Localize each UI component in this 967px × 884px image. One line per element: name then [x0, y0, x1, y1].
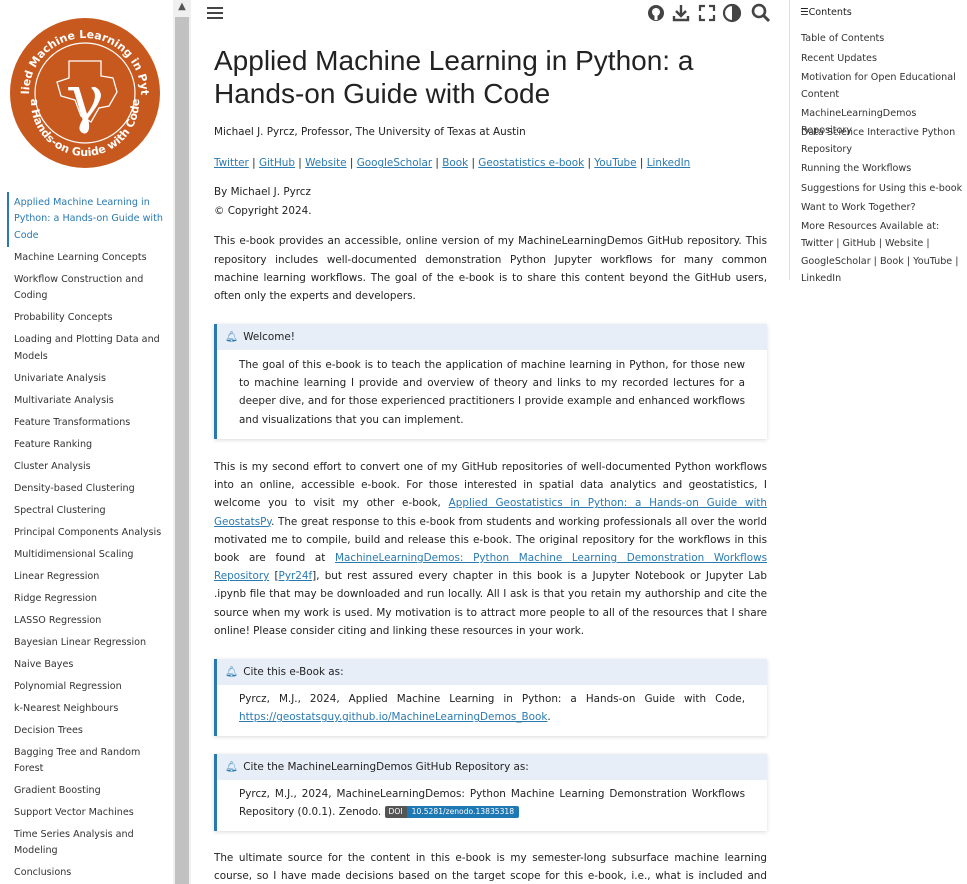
social-link[interactable]: Book	[442, 157, 468, 169]
sidebar-item[interactable]: Machine Learning Concepts	[7, 247, 171, 269]
search-icon[interactable]	[751, 3, 771, 23]
by-line: By Michael J. Pyrcz	[214, 186, 311, 199]
book-logo[interactable]: γ Applied Machine Learning in Python a H…	[9, 16, 161, 170]
sidebar-scrollbar[interactable]: ▲	[173, 0, 191, 884]
toc-item[interactable]: Running the Workflows	[801, 160, 963, 177]
sidebar-item[interactable]: Conclusions	[7, 862, 171, 884]
sidebar-item[interactable]: Probability Concepts	[7, 307, 171, 329]
sidebar-item[interactable]: Time Series Analysis and Modeling	[7, 824, 171, 862]
second-effort-paragraph: This is my second effort to convert one …	[214, 458, 767, 640]
toc-header: ☰Contents	[800, 7, 852, 18]
sidebar-nav: Applied Machine Learning in Python: a Ha…	[7, 192, 171, 884]
scrollbar-thumb[interactable]	[175, 17, 189, 884]
link-separator: |	[349, 157, 354, 170]
social-link[interactable]: Twitter	[214, 157, 249, 169]
sidebar-item[interactable]: Multivariate Analysis	[7, 390, 171, 412]
toc-item[interactable]: Suggestions for Using this e-book	[801, 180, 963, 197]
social-link[interactable]: LinkedIn	[647, 157, 691, 169]
doi-badge[interactable]: DOI 10.5281/zenodo.13835318	[384, 806, 520, 819]
toc-item[interactable]: Data Science Interactive Python Reposito…	[801, 124, 963, 159]
doi-label: DOI	[384, 806, 407, 819]
link-separator: |	[298, 157, 302, 170]
social-links: Twitter | GitHub | Website | GoogleSchol…	[214, 154, 767, 172]
link-separator: |	[587, 157, 591, 170]
link-separator: |	[435, 157, 439, 170]
welcome-body: The goal of this e-book is to teach the …	[239, 359, 745, 426]
sidebar-item[interactable]: Principal Components Analysis	[7, 522, 171, 544]
bell-icon: 🔔︎	[225, 666, 239, 678]
link-separator: |	[252, 157, 256, 170]
toc-item[interactable]: Motivation for Open Educational Content	[801, 69, 963, 104]
github-icon[interactable]	[646, 3, 666, 23]
doi-value: 10.5281/zenodo.13835318	[406, 806, 520, 819]
welcome-admonition: 🔔︎ Welcome! The goal of this e-book is to…	[214, 324, 767, 439]
bell-icon: 🔔︎	[225, 331, 239, 343]
sidebar-item[interactable]: Polynomial Regression	[7, 676, 171, 698]
toc-item[interactable]: Table of Contents	[801, 30, 963, 47]
sidebar-item[interactable]: LASSO Regression	[7, 610, 171, 632]
sidebar-item[interactable]: Gradient Boosting	[7, 780, 171, 802]
sidebar-item[interactable]: Bayesian Linear Regression	[7, 632, 171, 654]
sidebar-item[interactable]: Support Vector Machines	[7, 802, 171, 824]
page-title: Applied Machine Learning in Python: a Ha…	[214, 45, 694, 109]
text-span: .	[547, 711, 551, 724]
list-icon: ☰	[800, 7, 809, 18]
toc-item[interactable]: Recent Updates	[801, 50, 963, 67]
social-link[interactable]: YouTube	[594, 157, 636, 169]
link-separator: |	[639, 157, 644, 170]
sidebar-item[interactable]: Applied Machine Learning in Python: a Ha…	[7, 192, 171, 247]
sidebar-item[interactable]: Naive Bayes	[7, 654, 171, 676]
social-link[interactable]: Website	[305, 157, 346, 169]
sidebar-item[interactable]: Linear Regression	[7, 566, 171, 588]
sidebar: γ Applied Machine Learning in Python a H…	[0, 0, 173, 884]
citation-link[interactable]: Pyr24f	[279, 570, 313, 582]
cite-book-title: Cite this e-Book as:	[243, 666, 344, 678]
logo-symbol: γ	[66, 62, 104, 136]
sidebar-item[interactable]: Cluster Analysis	[7, 456, 171, 478]
sidebar-item[interactable]: Loading and Plotting Data and Models	[7, 329, 171, 367]
toc-item[interactable]: Want to Work Together?	[801, 199, 963, 216]
scroll-up-arrow-icon[interactable]: ▲	[173, 0, 191, 16]
table-of-contents: ☰Contents Table of Contents Recent Update…	[789, 0, 967, 284]
sidebar-item[interactable]: Workflow Construction and Coding	[7, 269, 171, 307]
cite-repo-title: Cite the MachineLearningDemos GitHub Rep…	[243, 761, 529, 773]
copyright: © Copyright 2024.	[214, 205, 312, 218]
sidebar-item[interactable]: Feature Transformations	[7, 412, 171, 434]
ultimate-source-paragraph: The ultimate source for the content in t…	[214, 852, 767, 883]
intro-paragraph: This e-book provides an accessible, onli…	[214, 235, 767, 303]
sidebar-item[interactable]: k-Nearest Neighbours	[7, 698, 171, 720]
sidebar-item[interactable]: Density-based Clustering	[7, 478, 171, 500]
sidebar-item[interactable]: Spectral Clustering	[7, 500, 171, 522]
cite-repo-admonition: 🔔︎ Cite the MachineLearningDemos GitHub R…	[214, 754, 767, 831]
fullscreen-icon[interactable]	[697, 3, 717, 23]
sidebar-item[interactable]: Ridge Regression	[7, 588, 171, 610]
cite-repo-body: Pyrcz, M.J., 2024, MachineLearningDemos:…	[217, 780, 767, 830]
sidebar-item[interactable]: Bagging Tree and Random Forest	[7, 742, 171, 780]
welcome-title: Welcome!	[243, 331, 295, 343]
cite-book-body: Pyrcz, M.J., 2024, Applied Machine Learn…	[217, 685, 767, 735]
author-line: Michael J. Pyrcz, Professor, The Univers…	[214, 126, 526, 138]
text-span: Pyrcz, M.J., 2024, Applied Machine Learn…	[239, 693, 745, 705]
toc-header-label: Contents	[808, 7, 852, 18]
menu-icon[interactable]	[206, 4, 224, 22]
link-separator: |	[471, 157, 475, 170]
sidebar-item[interactable]: Feature Ranking	[7, 434, 171, 456]
toc-item[interactable]: More Resources Available at: Twitter | G…	[801, 218, 963, 288]
social-link[interactable]: Geostatistics e-book	[478, 157, 584, 169]
sidebar-item[interactable]: Univariate Analysis	[7, 368, 171, 390]
cite-book-admonition: 🔔︎ Cite this e-Book as: Pyrcz, M.J., 2024…	[214, 659, 767, 736]
download-icon[interactable]	[671, 3, 691, 23]
sidebar-item[interactable]: Decision Trees	[7, 720, 171, 742]
sidebar-item[interactable]: Multidimensional Scaling	[7, 544, 171, 566]
theme-toggle-icon[interactable]	[722, 3, 742, 23]
social-link[interactable]: GitHub	[259, 157, 295, 169]
book-url-link[interactable]: https://geostatsguy.github.io/MachineLea…	[239, 711, 547, 723]
social-link[interactable]: GoogleScholar	[357, 157, 432, 169]
main-content: Applied Machine Learning in Python: a Ha…	[214, 44, 767, 305]
bell-icon: 🔔︎	[225, 761, 239, 773]
